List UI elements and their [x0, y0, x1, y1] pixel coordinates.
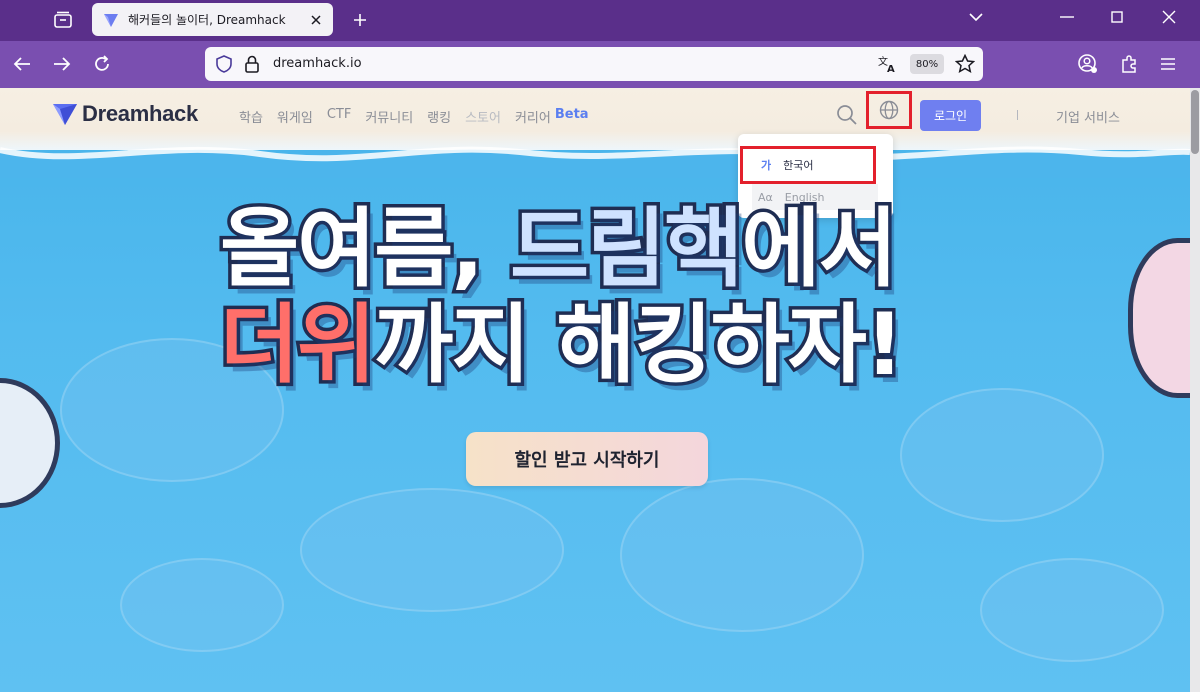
- header-divider: [1017, 110, 1018, 120]
- nav-item-ranking[interactable]: 랭킹: [427, 107, 451, 126]
- extensions-button[interactable]: [1115, 50, 1143, 78]
- webpage: Dreamhack 학습 워게임 CTF 커뮤니티 랭킹 스토어 커리어 Bet…: [0, 88, 1190, 692]
- tab-list-icon: [54, 11, 72, 28]
- reload-button[interactable]: [88, 50, 116, 78]
- shell-decoration: [1128, 238, 1190, 398]
- nav-item-store[interactable]: 스토어: [465, 107, 501, 126]
- account-icon: [1078, 54, 1097, 73]
- close-icon: [1162, 10, 1176, 24]
- site-nav-menu: 학습 워게임 CTF 커뮤니티 랭킹 스토어 커리어 Beta: [239, 107, 589, 126]
- bookmark-star-icon[interactable]: [954, 53, 976, 78]
- address-bar[interactable]: dreamhack.io 文A 80%: [205, 47, 983, 81]
- beta-badge: Beta: [554, 107, 589, 122]
- shield-icon[interactable]: [215, 55, 233, 77]
- forward-button[interactable]: [48, 50, 76, 78]
- login-button[interactable]: 로그인: [920, 100, 981, 131]
- nav-item-career[interactable]: 커리어: [515, 107, 551, 126]
- puzzle-icon: [1122, 55, 1136, 73]
- account-button[interactable]: [1074, 50, 1102, 78]
- dreamhack-logo[interactable]: Dreamhack: [52, 101, 198, 127]
- chevron-down-icon: [969, 13, 983, 22]
- globe-icon: [879, 100, 899, 120]
- water-ripple: [620, 478, 864, 632]
- scrollbar-thumb[interactable]: [1191, 90, 1199, 154]
- url-text[interactable]: dreamhack.io: [273, 56, 362, 71]
- hamburger-menu-icon: [1161, 58, 1175, 70]
- language-button[interactable]: [866, 91, 912, 129]
- maximize-button[interactable]: [1100, 4, 1134, 30]
- maximize-icon: [1111, 11, 1123, 23]
- dreamhack-logo-icon: [53, 104, 77, 125]
- water-ripple: [120, 558, 284, 652]
- corporate-service-link[interactable]: 기업 서비스: [1056, 107, 1120, 126]
- nav-item-learn[interactable]: 학습: [239, 107, 263, 126]
- list-all-tabs-button[interactable]: [959, 4, 993, 30]
- nav-item-community[interactable]: 커뮤니티: [365, 107, 413, 126]
- korean-glyph-icon: 가: [761, 159, 772, 172]
- hero-line-2: 더위까지 해킹하자!: [216, 294, 907, 397]
- dreamhack-favicon-icon: [102, 11, 120, 29]
- site-header: Dreamhack 학습 워게임 CTF 커뮤니티 랭킹 스토어 커리어 Bet…: [0, 88, 1190, 144]
- arrow-right-icon: [54, 57, 71, 71]
- minimize-icon: [1060, 16, 1074, 18]
- new-tab-button[interactable]: [346, 6, 374, 34]
- tab-list-button[interactable]: [48, 6, 78, 34]
- nav-item-wargame[interactable]: 워게임: [277, 107, 313, 126]
- arrow-left-icon: [13, 57, 30, 71]
- shell-decoration: [0, 378, 60, 508]
- plus-icon: [354, 14, 366, 26]
- water-ripple: [900, 388, 1104, 522]
- tab-title: 해커들의 놀이터, Dreamhack: [128, 13, 286, 27]
- wave-decoration: [0, 146, 1190, 178]
- nav-item-ctf[interactable]: CTF: [327, 107, 352, 126]
- browser-tab-bar: 해커들의 놀이터, Dreamhack: [0, 0, 1200, 41]
- language-label: 한국어: [783, 159, 814, 172]
- close-window-button[interactable]: [1152, 4, 1186, 30]
- lock-icon[interactable]: [245, 55, 259, 77]
- translate-icon[interactable]: 文A: [877, 54, 897, 78]
- search-icon[interactable]: [836, 104, 858, 130]
- tab-close-icon[interactable]: [307, 11, 325, 29]
- discount-start-button[interactable]: 할인 받고 시작하기: [466, 432, 708, 486]
- water-ripple: [300, 488, 564, 612]
- logo-text: Dreamhack: [82, 101, 198, 126]
- svg-text:A: A: [887, 64, 895, 74]
- back-button[interactable]: [8, 50, 36, 78]
- active-tab[interactable]: 해커들의 놀이터, Dreamhack: [92, 3, 333, 36]
- water-ripple: [980, 558, 1164, 662]
- zoom-level-button[interactable]: 80%: [910, 54, 944, 74]
- reload-icon: [95, 55, 109, 71]
- minimize-button[interactable]: [1050, 4, 1084, 30]
- app-menu-button[interactable]: [1154, 50, 1182, 78]
- page-scrollbar[interactable]: [1190, 88, 1200, 692]
- language-option-korean[interactable]: 가 한국어: [740, 146, 876, 184]
- hero-headline: 올여름, 드림핵에서 더위까지 해킹하자!: [216, 198, 950, 397]
- hero-line-1: 올여름, 드림핵에서: [217, 198, 902, 301]
- browser-nav-bar: dreamhack.io 文A 80%: [0, 41, 1200, 88]
